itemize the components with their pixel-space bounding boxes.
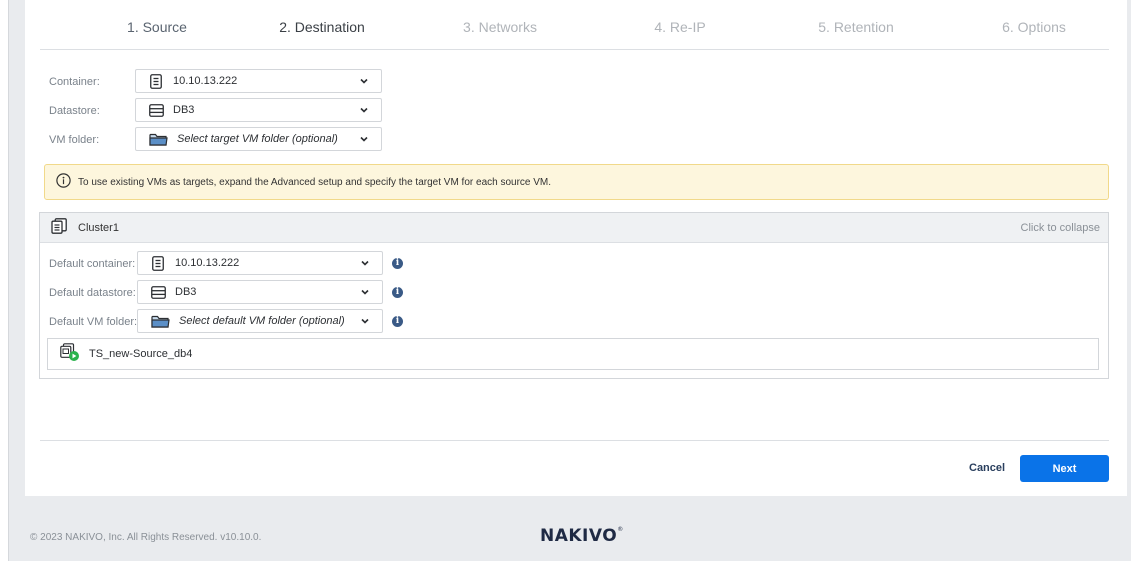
chevron-down-icon [360,107,368,113]
vmfolder-placeholder: Select target VM folder (optional) [177,133,338,145]
step-destination[interactable]: 2. Destination [279,19,365,35]
logo-text: NAKIVO [540,526,618,546]
server-icon [150,255,166,271]
next-button[interactable]: Next [1020,455,1109,482]
alert-text: To use existing VMs as targets, expand t… [78,176,552,188]
default-container-label: Default container: [49,258,136,270]
info-circle-icon [56,173,71,191]
default-datastore-label: Default datastore: [49,287,136,299]
folder-icon [150,313,170,329]
step-reip[interactable]: 4. Re-IP [654,19,705,35]
datastore-select[interactable]: DB3 [135,98,382,122]
collapse-link[interactable]: Click to collapse [1021,222,1100,234]
left-edge [0,0,9,561]
step-networks[interactable]: 3. Networks [463,19,537,35]
vm-name: TS_new-Source_db4 [89,348,193,360]
chevron-down-icon [360,136,368,142]
default-container-select[interactable]: 10.10.13.222 [137,251,383,275]
default-datastore-value: DB3 [175,286,197,298]
chevron-down-icon [361,318,369,324]
wizard-panel: 1. Source 2. Destination 3. Networks 4. … [25,0,1127,496]
advanced-setup-alert: To use existing VMs as targets, expand t… [44,164,1109,200]
datastore-label: Datastore: [49,105,100,117]
default-vmfolder-select[interactable]: Select default VM folder (optional) [137,309,383,333]
chevron-down-icon [361,260,369,266]
info-icon[interactable]: i [392,287,403,298]
server-icon [148,73,164,89]
cluster-icon [51,218,68,237]
folder-icon [148,131,168,147]
container-value: 10.10.13.222 [173,75,238,87]
step-options[interactable]: 6. Options [1002,19,1066,35]
vm-running-icon [60,343,80,365]
vm-list-item[interactable]: TS_new-Source_db4 [47,338,1099,370]
container-select[interactable]: 10.10.13.222 [135,69,382,93]
datastore-icon [148,102,164,118]
chevron-down-icon [361,289,369,295]
default-container-value: 10.10.13.222 [175,257,240,269]
container-label: Container: [49,76,100,88]
divider [40,440,1109,441]
logo-mark: ® [617,526,624,533]
info-icon[interactable]: i [392,258,403,269]
step-source[interactable]: 1. Source [127,19,187,35]
datastore-icon [150,284,166,300]
cluster-name: Cluster1 [78,221,119,234]
nakivo-logo: NAKIVO® [540,526,624,546]
wizard-steps: 1. Source 2. Destination 3. Networks 4. … [40,0,1109,50]
info-icon[interactable]: i [392,316,403,327]
default-vmfolder-placeholder: Select default VM folder (optional) [179,315,345,327]
default-datastore-select[interactable]: DB3 [137,280,383,304]
cluster-section: Cluster1 Click to collapse Default conta… [39,212,1109,379]
default-vmfolder-label: Default VM folder: [49,316,138,328]
datastore-value: DB3 [173,104,195,116]
vmfolder-label: VM folder: [49,134,100,146]
copyright-text: © 2023 NAKIVO, Inc. All Rights Reserved.… [30,532,262,543]
chevron-down-icon [360,78,368,84]
step-retention[interactable]: 5. Retention [818,19,894,35]
vmfolder-select[interactable]: Select target VM folder (optional) [135,127,382,151]
cluster-header[interactable]: Cluster1 Click to collapse [40,213,1108,243]
cancel-button[interactable]: Cancel [969,462,1005,474]
